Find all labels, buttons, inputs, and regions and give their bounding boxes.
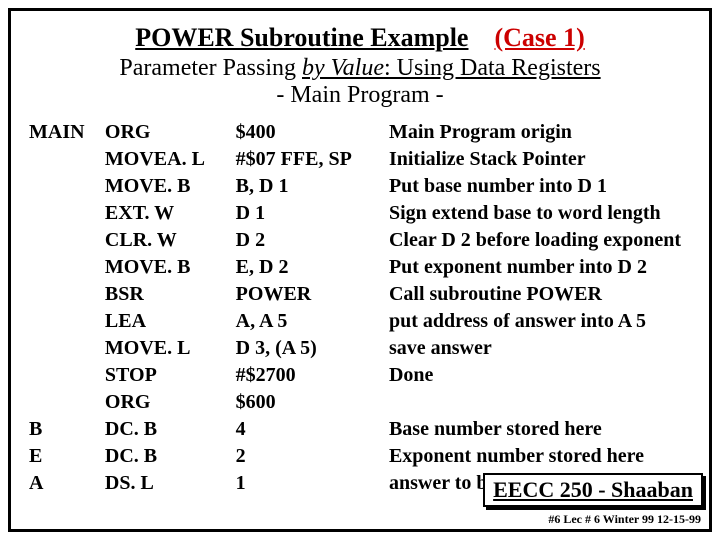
- code-row: MOVE. BB, D 1Put base number into D 1: [29, 173, 691, 200]
- code-op: MOVE. B: [105, 173, 236, 200]
- title-main: POWER Subroutine Example: [135, 23, 468, 52]
- code-label: [29, 308, 105, 335]
- code-comment: Sign extend base to word length: [389, 200, 691, 227]
- code-arg: B, D 1: [236, 173, 389, 200]
- code-op: CLR. W: [105, 227, 236, 254]
- title-line-1: POWER Subroutine Example (Case 1): [29, 23, 691, 53]
- code-label: E: [29, 443, 105, 470]
- code-arg: #$07 FFE, SP: [236, 146, 389, 173]
- code-table: MAINORG$400Main Program originMOVEA. L#$…: [29, 119, 691, 497]
- code-arg: #$2700: [236, 362, 389, 389]
- code-row: CLR. WD 2Clear D 2 before loading expone…: [29, 227, 691, 254]
- code-op: MOVEA. L: [105, 146, 236, 173]
- code-comment: Main Program origin: [389, 119, 691, 146]
- code-label: MAIN: [29, 119, 105, 146]
- code-label: [29, 281, 105, 308]
- code-arg: POWER: [236, 281, 389, 308]
- code-row: ORG$600: [29, 389, 691, 416]
- code-label: [29, 389, 105, 416]
- code-arg: $400: [236, 119, 389, 146]
- code-label: [29, 362, 105, 389]
- footer-box: EECC 250 - Shaaban: [483, 473, 703, 507]
- title-case: (Case 1): [494, 23, 584, 52]
- code-comment: put address of answer into A 5: [389, 308, 691, 335]
- code-comment: Exponent number stored here: [389, 443, 691, 470]
- code-arg: A, A 5: [236, 308, 389, 335]
- code-row: EXT. WD 1Sign extend base to word length: [29, 200, 691, 227]
- code-comment: Initialize Stack Pointer: [389, 146, 691, 173]
- code-row: MOVE. BE, D 2Put exponent number into D …: [29, 254, 691, 281]
- code-arg: D 3, (A 5): [236, 335, 389, 362]
- code-label: [29, 227, 105, 254]
- code-comment: Base number stored here: [389, 416, 691, 443]
- title2-pre: Parameter Passing: [119, 55, 302, 81]
- code-arg: 1: [236, 470, 389, 497]
- code-comment: Put exponent number into D 2: [389, 254, 691, 281]
- code-arg: 4: [236, 416, 389, 443]
- title-line-3: - Main Program -: [29, 82, 691, 109]
- code-comment: [389, 389, 691, 416]
- code-arg: D 1: [236, 200, 389, 227]
- code-comment: Clear D 2 before loading exponent: [389, 227, 691, 254]
- code-label: [29, 173, 105, 200]
- code-row: BDC. B4Base number stored here: [29, 416, 691, 443]
- code-label: [29, 254, 105, 281]
- title2-post: : Using Data Registers: [384, 55, 601, 81]
- code-op: STOP: [105, 362, 236, 389]
- code-comment: Put base number into D 1: [389, 173, 691, 200]
- code-label: [29, 146, 105, 173]
- code-row: STOP#$2700Done: [29, 362, 691, 389]
- code-label: [29, 200, 105, 227]
- code-label: A: [29, 470, 105, 497]
- title-spacer: [475, 23, 488, 52]
- code-op: ORG: [105, 389, 236, 416]
- code-row: BSRPOWERCall subroutine POWER: [29, 281, 691, 308]
- title2-italic: by Value: [302, 55, 384, 81]
- code-comment: save answer: [389, 335, 691, 362]
- code-row: MAINORG$400Main Program origin: [29, 119, 691, 146]
- code-arg: D 2: [236, 227, 389, 254]
- slide-frame: POWER Subroutine Example (Case 1) Parame…: [8, 8, 712, 532]
- code-row: MOVEA. L#$07 FFE, SPInitialize Stack Poi…: [29, 146, 691, 173]
- code-op: DS. L: [105, 470, 236, 497]
- footer-small: #6 Lec # 6 Winter 99 12-15-99: [548, 512, 701, 527]
- code-row: LEAA, A 5 put address of answer into A 5: [29, 308, 691, 335]
- code-label: B: [29, 416, 105, 443]
- code-op: DC. B: [105, 443, 236, 470]
- code-label: [29, 335, 105, 362]
- title-line-2: Parameter Passing by Value: Using Data R…: [29, 55, 691, 82]
- code-op: LEA: [105, 308, 236, 335]
- code-op: ORG: [105, 119, 236, 146]
- code-op: MOVE. B: [105, 254, 236, 281]
- code-row: EDC. B2Exponent number stored here: [29, 443, 691, 470]
- code-op: BSR: [105, 281, 236, 308]
- code-arg: E, D 2: [236, 254, 389, 281]
- code-row: MOVE. LD 3, (A 5)save answer: [29, 335, 691, 362]
- code-body: MAINORG$400Main Program originMOVEA. L#$…: [29, 119, 691, 497]
- code-arg: $600: [236, 389, 389, 416]
- code-op: DC. B: [105, 416, 236, 443]
- code-comment: Done: [389, 362, 691, 389]
- code-comment: Call subroutine POWER: [389, 281, 691, 308]
- code-arg: 2: [236, 443, 389, 470]
- code-op: EXT. W: [105, 200, 236, 227]
- code-op: MOVE. L: [105, 335, 236, 362]
